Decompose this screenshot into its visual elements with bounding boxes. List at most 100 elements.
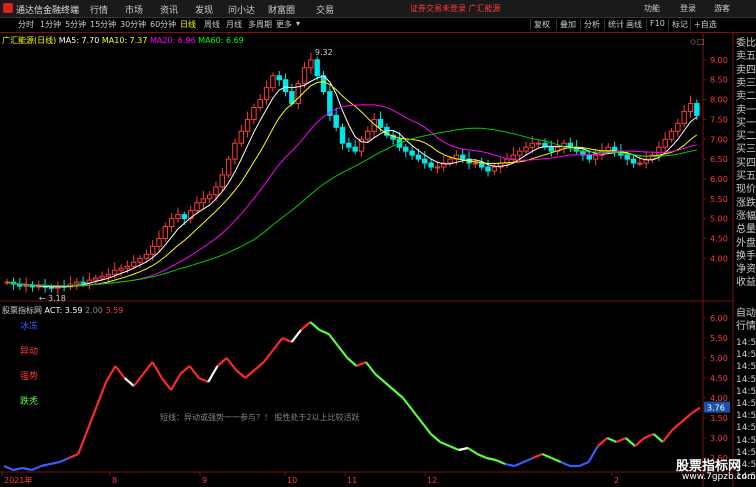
act-segment-14	[133, 373, 145, 387]
candle-body-63	[403, 146, 409, 152]
candle-body-20	[130, 261, 137, 267]
ma-label-2: MA20: 6.96	[147, 36, 196, 45]
act-segment-50	[467, 447, 478, 455]
ma20-line	[7, 104, 697, 287]
act-segment-43	[402, 397, 414, 411]
act-segment-72	[671, 421, 683, 431]
candle-body-109	[694, 103, 700, 116]
candle-body-57	[365, 130, 371, 140]
quote-label-16: 换手	[736, 250, 756, 262]
candle-body-48	[308, 59, 314, 69]
price-tick-6: 6.00	[710, 175, 728, 184]
candle-body-92	[586, 154, 592, 160]
candle-body-82	[523, 146, 529, 152]
quote-label-5: 卖一	[736, 104, 756, 116]
ma-label-3: MA60: 6.69	[195, 36, 244, 45]
time-label-5: 14:5	[736, 399, 756, 409]
ma60-line	[7, 127, 697, 287]
candle-body-7	[48, 286, 55, 289]
price-tick-9: 4.50	[710, 234, 728, 243]
high-price-label: 9.32	[315, 48, 333, 57]
candle-body-75	[478, 162, 485, 168]
ma-label-0: MA5: 7.70	[58, 36, 100, 45]
candle-body-12	[80, 281, 86, 284]
candle-body-37	[238, 130, 244, 144]
act-segment-30	[281, 336, 293, 344]
candle-body-39	[251, 107, 257, 120]
candle-body-32	[206, 194, 213, 200]
candle-body-38	[244, 118, 251, 132]
act-segment-26	[244, 369, 256, 379]
act-segment-22	[207, 365, 219, 383]
candle-body-70	[447, 158, 453, 164]
act-segment-54	[504, 462, 515, 468]
ind-tick-6: 3.00	[710, 434, 728, 443]
candle-body-33	[213, 186, 219, 196]
candle-body-18	[118, 267, 124, 271]
candle-body-67	[428, 162, 434, 168]
candle-body-76	[485, 166, 491, 172]
candle-body-17	[112, 269, 118, 275]
quote-label-13: 涨幅	[736, 210, 756, 222]
act-segment-41	[383, 381, 395, 391]
ma-legend: 广汇能源(日线) MA5: 7.70 MA10: 7.37 MA20: 6.96…	[2, 35, 244, 46]
candle-body-72	[460, 154, 466, 160]
act-segment-4	[40, 462, 51, 468]
time-label-4: 14:5	[736, 386, 756, 397]
settings-icon: ◇	[690, 37, 697, 46]
candle-body-86	[548, 146, 555, 152]
candle-body-74	[472, 162, 479, 165]
candle-body-14	[93, 277, 99, 281]
quote-label-6: 买一	[736, 117, 756, 129]
legend-0: 冰冻	[20, 320, 38, 332]
indicator-val3: 3.59	[105, 306, 124, 315]
quote-label-9: 买四	[736, 157, 756, 169]
act-segment-20	[188, 365, 200, 379]
maximize-icon: □	[697, 37, 705, 46]
price-tick-4: 7.00	[710, 135, 728, 144]
time-tick-2: 9	[202, 476, 207, 485]
indicator-name: 股票指标网	[2, 306, 42, 315]
act-segment-18	[170, 373, 182, 391]
act-segment-17	[160, 377, 172, 391]
act-segment-38	[356, 360, 367, 368]
price-tick-5: 6.50	[710, 155, 728, 164]
act-segment-69	[643, 432, 655, 440]
candle-body-84	[535, 142, 542, 145]
act-segment-21	[198, 376, 209, 384]
act-segment-13	[123, 377, 135, 387]
chart-canvas: 9.00 8.50 8.00 7.50 7.00 6.50 6.00 5.50 5.00 4.50…	[0, 33, 734, 487]
time-label-3: 14:5	[736, 374, 756, 385]
low-price-label: ← 3.18	[39, 294, 66, 303]
ind-tick-0: 6.00	[710, 314, 728, 323]
candle-body-98	[624, 154, 630, 160]
candle-body-52	[333, 114, 339, 128]
candle-body-40	[257, 99, 263, 108]
candle-body-15	[99, 275, 105, 279]
act-segment-68	[634, 437, 646, 447]
act-segment-39	[365, 361, 377, 375]
indicator-legend: 股票指标网 ACT: 3.59 2.00 3.59	[2, 305, 123, 316]
quote-label-1: 卖五	[736, 51, 756, 63]
quote-label-0: 委比	[736, 38, 756, 49]
candle-body-50	[320, 75, 327, 93]
candle-body-99	[630, 158, 637, 164]
candle-body-49	[314, 59, 320, 77]
act-segment-63	[587, 445, 599, 463]
candle-body-108	[687, 103, 694, 112]
quote-label-3: 卖三	[736, 77, 756, 89]
candle-body-100	[637, 162, 643, 165]
act-segment-42	[393, 389, 404, 399]
candle-body-104	[662, 138, 668, 148]
price-tick-1: 8.50	[710, 76, 728, 85]
act-segment-48	[449, 444, 460, 452]
act-segment-47	[439, 440, 450, 448]
act-segment-3	[31, 464, 42, 472]
quote-label-10: 买五	[736, 171, 756, 182]
act-segment-32	[300, 321, 311, 331]
candle-body-43	[276, 75, 282, 81]
quote-label-7: 买二	[736, 131, 756, 143]
indicator-val2: 2.00	[85, 306, 103, 315]
candle-body-25	[162, 226, 169, 239]
auto-label-1: 行情	[736, 321, 756, 332]
